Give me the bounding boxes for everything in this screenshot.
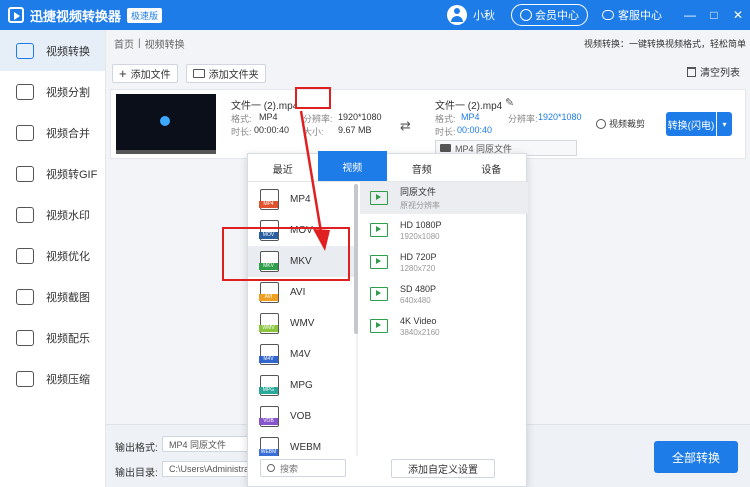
annotation-arrow-icon — [299, 110, 330, 251]
